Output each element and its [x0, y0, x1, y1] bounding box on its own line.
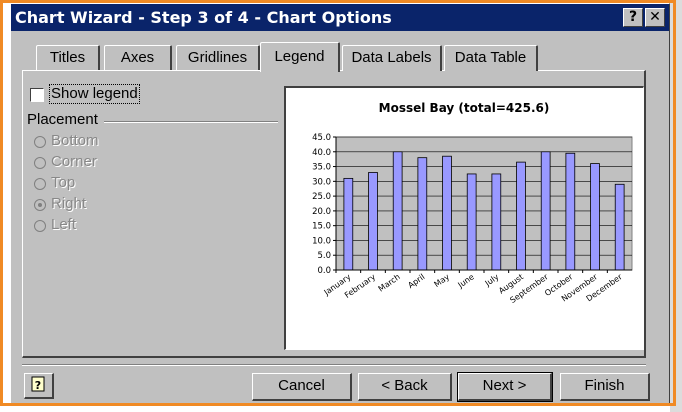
tab-label: Titles	[49, 49, 86, 66]
plot-area	[335, 136, 633, 271]
back-label: < Back	[381, 377, 428, 394]
tab-data-labels[interactable]: Data Labels	[342, 45, 442, 71]
finish-button[interactable]: Finish	[560, 373, 650, 401]
y-tick-label: 35.0	[312, 163, 331, 173]
help-button[interactable]: ?	[24, 373, 54, 399]
x-tick-label: July	[483, 272, 501, 288]
chart-title: Mossel Bay (total=425.6)	[379, 101, 550, 115]
close-icon: ✕	[649, 9, 661, 25]
x-tick-label: March	[377, 272, 402, 293]
finish-label: Finish	[584, 377, 625, 394]
tab-data-table[interactable]: Data Table	[444, 45, 538, 71]
y-tick-label: 0.0	[317, 266, 331, 276]
help-icon: ?	[628, 9, 638, 25]
chart-preview: Mossel Bay (total=425.6) 0.0 5.0 10.0 15.0 2…	[284, 86, 644, 350]
y-tick-label: 45.0	[312, 133, 331, 143]
y-tick-label: 40.0	[312, 148, 331, 158]
button-separator	[22, 364, 646, 366]
background-right	[670, 0, 682, 412]
bar-april	[417, 157, 428, 271]
next-label: Next >	[482, 377, 527, 394]
radio-bottom[interactable]	[34, 136, 46, 148]
tab-axes[interactable]: Axes	[104, 45, 172, 71]
help-icon: ?	[31, 376, 45, 392]
placement-group-line	[104, 121, 278, 123]
bar-november	[590, 163, 600, 271]
radio-top[interactable]	[34, 178, 46, 190]
bar-march	[392, 151, 403, 271]
y-tick-label: 10.0	[312, 236, 331, 246]
y-tick-label: 30.0	[312, 177, 331, 187]
cancel-button[interactable]: Cancel	[252, 373, 352, 401]
next-button[interactable]: Next >	[457, 372, 553, 402]
radio-label-right: Right	[51, 195, 87, 212]
radio-corner[interactable]	[34, 157, 46, 169]
bar-january	[343, 177, 354, 271]
tab-gridlines[interactable]: Gridlines	[176, 45, 260, 71]
radio-label-top: Top	[51, 174, 76, 191]
y-tick-label: 25.0	[312, 192, 331, 202]
show-legend-label[interactable]: Show legend	[49, 84, 140, 104]
tab-label: Data Labels	[351, 49, 432, 66]
cancel-label: Cancel	[278, 377, 325, 394]
bar-february	[368, 172, 378, 271]
x-tick-label: May	[432, 272, 451, 289]
bar-december	[614, 183, 625, 271]
placement-group-label: Placement	[27, 111, 98, 128]
tab-label: Data Table	[454, 49, 527, 66]
chart-svg: Mossel Bay (total=425.6) 0.0 5.0 10.0 15.0 2…	[312, 101, 633, 305]
radio-label-bottom: Bottom	[51, 132, 99, 149]
tab-legend[interactable]: Legend	[260, 42, 340, 72]
y-tick-label: 15.0	[312, 222, 331, 232]
radio-label-corner: Corner	[51, 153, 97, 170]
bar-july	[491, 173, 502, 271]
radio-left[interactable]	[34, 220, 46, 232]
y-tick-label: 5.0	[317, 251, 331, 261]
back-button[interactable]: < Back	[358, 373, 452, 401]
help-title-button[interactable]: ?	[623, 8, 643, 27]
y-tick-label: 20.0	[312, 207, 331, 217]
tab-titles[interactable]: Titles	[36, 45, 100, 71]
bar-september	[540, 151, 551, 271]
radio-right[interactable]	[34, 199, 46, 211]
bar-june	[466, 173, 477, 271]
close-button[interactable]: ✕	[645, 8, 665, 27]
background-left	[0, 0, 10, 412]
tab-label: Gridlines	[187, 49, 248, 66]
tab-label: Legend	[274, 48, 325, 65]
bar-october	[565, 152, 576, 271]
svg-text:?: ?	[35, 379, 41, 392]
x-tick-label: April	[406, 272, 426, 290]
x-tick-label: June	[456, 272, 476, 290]
bar-may	[442, 155, 452, 271]
window-title: Chart Wizard - Step 3 of 4 - Chart Optio…	[15, 8, 392, 27]
title-bar[interactable]: Chart Wizard - Step 3 of 4 - Chart Optio…	[11, 4, 669, 31]
tab-label: Axes	[120, 49, 155, 66]
show-legend-checkbox[interactable]	[30, 88, 44, 102]
bar-august	[516, 161, 526, 271]
radio-label-left: Left	[51, 216, 77, 233]
